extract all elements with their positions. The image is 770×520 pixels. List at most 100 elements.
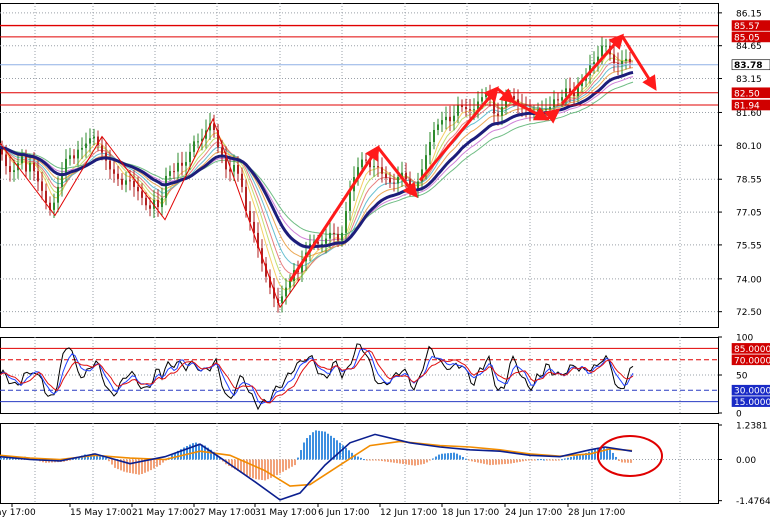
macd-histogram-bar <box>360 457 362 460</box>
macd-histogram-bar <box>576 455 578 460</box>
candle-body <box>381 167 383 174</box>
macd-histogram-bar <box>315 430 317 460</box>
price-tag-label: 85.57 <box>734 22 760 32</box>
candle-body <box>457 104 459 116</box>
axis-tick-label: -1.4764 <box>736 497 770 507</box>
macd-histogram-bar <box>147 459 149 472</box>
macd-histogram-bar <box>591 450 593 460</box>
macd-histogram-bar <box>393 459 395 463</box>
macd-histogram-bar <box>294 459 296 466</box>
time-label: 18 Jun 17:00 <box>442 508 499 518</box>
candle-body <box>5 154 7 167</box>
candle-body <box>365 159 367 161</box>
candle-body <box>605 45 607 47</box>
macd-histogram-bar <box>423 459 425 464</box>
candle-body <box>41 181 43 191</box>
candle-body <box>65 158 67 173</box>
macd-histogram-bar <box>483 459 485 464</box>
macd-histogram-bar <box>327 433 329 460</box>
candle-body <box>9 166 11 173</box>
macd-histogram-bar <box>630 459 632 463</box>
candle-body <box>25 156 27 172</box>
candle-body <box>181 162 183 166</box>
axis-tick-label: 83.15 <box>736 75 762 85</box>
candle-body <box>77 149 79 159</box>
macd-histogram-bar <box>297 457 299 460</box>
candle-body <box>157 200 159 208</box>
candle-body <box>453 115 455 122</box>
macd-frame <box>0 423 719 504</box>
macd-histogram-bar <box>534 459 536 461</box>
macd-histogram-bar <box>537 459 539 461</box>
macd-histogram-bar <box>543 459 545 461</box>
candle-body <box>493 99 495 114</box>
macd-histogram-bar <box>363 459 365 461</box>
time-label: 31 May 17:00 <box>255 508 317 518</box>
price-tag-label: 81.94 <box>734 102 760 112</box>
macd-histogram-bar <box>3 457 5 460</box>
candle-body <box>349 191 351 211</box>
macd-histogram-bar <box>414 459 416 466</box>
macd-histogram-bar <box>0 457 2 460</box>
candle-body <box>33 162 35 172</box>
candle-body <box>541 110 543 112</box>
macd-histogram-bar <box>291 459 293 467</box>
candle-body <box>613 54 615 64</box>
macd-histogram-bar <box>267 459 269 480</box>
macd-histogram-bar <box>402 459 404 464</box>
forex-chart[interactable]: May 17:00 15 May 17:0021 May 17:0027 May … <box>0 0 770 520</box>
macd-histogram-bar <box>465 458 467 460</box>
candle-body <box>485 92 487 98</box>
price-tag-label: 83.78 <box>734 61 762 71</box>
macd-histogram-bar <box>456 453 458 460</box>
macd-histogram-bar <box>573 456 575 460</box>
macd-histogram-bar <box>501 459 503 465</box>
candle-body <box>429 142 431 156</box>
macd-histogram-bar <box>429 459 431 461</box>
macd-histogram-bar <box>309 435 311 460</box>
candle-body <box>441 120 443 125</box>
candle-body <box>69 155 71 159</box>
macd-histogram-bar <box>555 459 557 461</box>
macd-histogram-bar <box>258 459 260 480</box>
macd-histogram-bar <box>549 459 551 461</box>
macd-histogram-bar <box>399 459 401 464</box>
axis-tick-label: 100 <box>736 334 753 344</box>
macd-histogram-bar <box>435 456 437 460</box>
candle-body <box>137 186 139 192</box>
candle-body <box>145 197 147 206</box>
candle-body <box>373 166 375 168</box>
macd-histogram-bar <box>522 459 524 462</box>
macd-histogram-bar <box>588 451 590 460</box>
price-axis: 86.1584.6583.1581.6080.1078.5577.0575.55… <box>718 9 770 507</box>
candle-body <box>393 182 395 184</box>
macd-histogram-bar <box>612 452 614 460</box>
macd-histogram-bar <box>336 440 338 460</box>
time-axis: May 17:00 15 May 17:0021 May 17:0027 May … <box>0 503 625 518</box>
candle-body <box>405 172 407 180</box>
macd-histogram-bar <box>384 459 386 462</box>
macd-histogram-bar <box>369 459 371 461</box>
macd-histogram-bar <box>558 459 560 461</box>
macd-histogram-bar <box>528 459 530 461</box>
macd-histogram-bar <box>252 459 254 479</box>
price-tag-label: 70.0000 <box>734 356 770 366</box>
macd-histogram-bar <box>378 459 380 461</box>
macd-histogram-bar <box>321 431 323 460</box>
candle-body <box>117 173 119 179</box>
candle-body <box>537 110 539 112</box>
macd-histogram-bar <box>381 459 383 462</box>
macd-histogram-bar <box>111 459 113 465</box>
candle-body <box>197 141 199 143</box>
macd-histogram-bar <box>531 459 533 461</box>
axis-tick-label: 84.65 <box>736 42 762 52</box>
candle-body <box>37 171 39 182</box>
candle-body <box>177 162 179 172</box>
candle-body <box>169 171 171 176</box>
candle-body <box>561 97 563 101</box>
axis-tick-label: 0.00 <box>736 456 756 466</box>
macd-histogram-bar <box>627 459 629 463</box>
macd-histogram-bar <box>375 459 377 461</box>
macd-histogram-bar <box>444 453 446 460</box>
candle-body <box>329 232 331 239</box>
